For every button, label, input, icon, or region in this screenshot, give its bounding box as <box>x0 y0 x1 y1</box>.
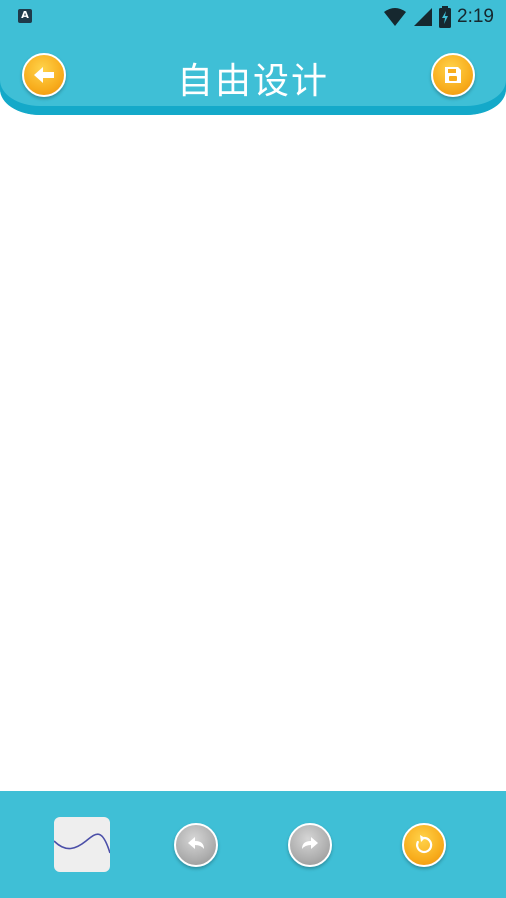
app-notification-icon: A <box>18 9 32 23</box>
app-header: 自由设计 <box>0 34 506 115</box>
undo-button[interactable] <box>174 823 218 867</box>
bottom-toolbar <box>0 791 506 898</box>
redo-button[interactable] <box>288 823 332 867</box>
save-button[interactable] <box>431 53 475 97</box>
status-bar-right: 2:19 <box>383 5 494 29</box>
redo-arrow-icon <box>302 837 318 849</box>
reset-button[interactable] <box>402 823 446 867</box>
drawing-canvas[interactable] <box>0 115 506 791</box>
page-title: 自由设计 <box>176 61 329 102</box>
battery-charging-icon <box>439 6 452 28</box>
undo-arrow-icon <box>188 837 204 849</box>
signal-icon <box>414 8 433 26</box>
wave-brush-icon <box>53 833 111 854</box>
floppy-disk-icon <box>445 67 461 83</box>
status-bar: A 2:19 <box>0 0 506 34</box>
brush-selector-button[interactable] <box>53 817 111 872</box>
wifi-icon <box>384 8 407 26</box>
refresh-icon <box>416 835 433 854</box>
status-time: 2:19 <box>457 6 494 27</box>
